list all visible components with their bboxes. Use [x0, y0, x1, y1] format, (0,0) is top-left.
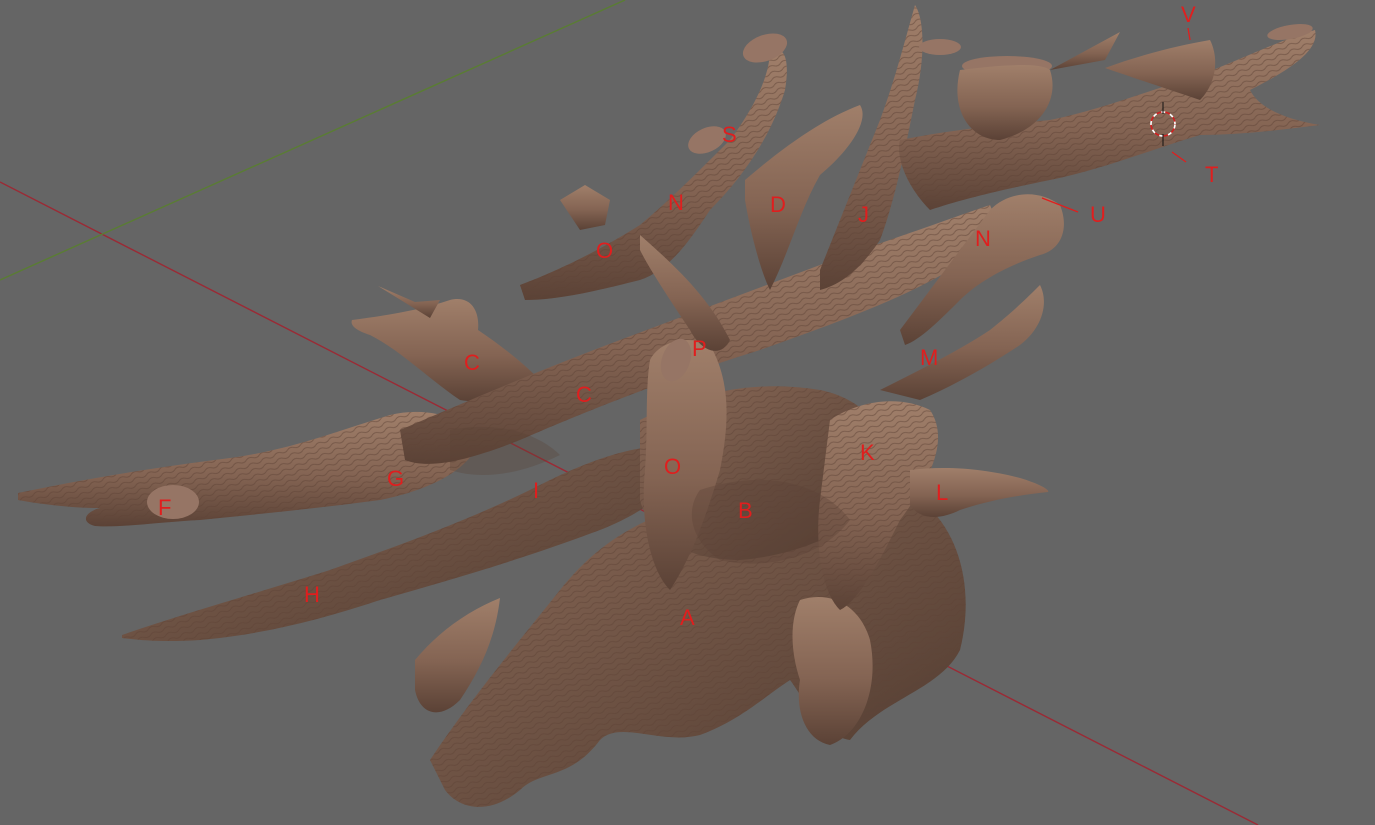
label-v: V: [1181, 2, 1196, 27]
label-o1: O: [596, 238, 613, 263]
label-n2: N: [975, 226, 991, 251]
label-i: I: [533, 478, 539, 503]
label-o2: O: [664, 454, 681, 479]
y-axis-line: [0, 0, 626, 281]
cut-face-f: [147, 485, 199, 519]
tree-root-mesh[interactable]: [18, 5, 1320, 807]
label-f: F: [158, 495, 171, 520]
label-a: A: [680, 605, 695, 630]
label-d: D: [770, 192, 786, 217]
label-p: P: [692, 336, 707, 361]
label-c2: C: [576, 382, 592, 407]
viewport-canvas[interactable]: A B C C D F G H I J K L M N N O O P S T …: [0, 0, 1375, 825]
label-l: L: [936, 480, 948, 505]
label-k: K: [860, 440, 875, 465]
label-g: G: [387, 466, 404, 491]
cut-face-j: [919, 39, 961, 55]
label-u: U: [1090, 202, 1106, 227]
label-j: J: [858, 202, 869, 227]
label-b: B: [738, 498, 753, 523]
label-h: H: [304, 582, 320, 607]
branch-l[interactable]: [910, 467, 1049, 517]
label-t: T: [1205, 162, 1218, 187]
label-m: M: [920, 345, 938, 370]
label-c1: C: [464, 350, 480, 375]
3d-viewport[interactable]: A B C C D F G H I J K L M N N O O P S T …: [0, 0, 1375, 825]
label-s: S: [722, 122, 737, 147]
label-n1: N: [668, 190, 684, 215]
